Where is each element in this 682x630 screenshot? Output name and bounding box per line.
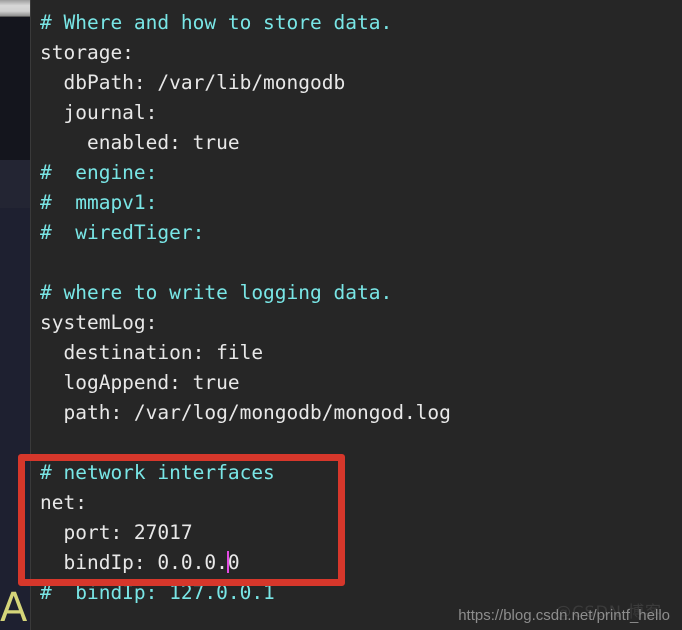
code-line[interactable]: # wiredTiger: (31, 218, 451, 248)
code-line-text: # bindIp: 127.0.0.1 (40, 581, 275, 604)
code-line[interactable]: # where to write logging data. (31, 278, 451, 308)
code-line-text: path: /var/log/mongodb/mongod.log (40, 401, 451, 424)
code-line[interactable]: systemLog: (31, 308, 451, 338)
code-line-text: net: (40, 491, 87, 514)
code-line-text: enabled: true (40, 131, 240, 154)
code-line-text: dbPath: /var/lib/mongodb (40, 71, 346, 94)
code-line[interactable]: # network interfaces (31, 458, 451, 488)
code-editor-area[interactable]: # Where and how to store data. storage: d… (31, 0, 682, 630)
code-line-text: storage: (40, 41, 134, 64)
code-line-text: port: 27017 (40, 521, 193, 544)
code-line-text: # network interfaces (40, 461, 275, 484)
code-line[interactable]: logAppend: true (31, 368, 451, 398)
code-line-text: journal: (40, 101, 158, 124)
code-line[interactable]: net: (31, 488, 451, 518)
code-line-text-tail: 0 (227, 551, 240, 574)
code-line[interactable]: bindIp: 0.0.0.0 (31, 548, 451, 578)
code-line[interactable]: destination: file (31, 338, 451, 368)
code-line[interactable] (31, 428, 451, 458)
code-line[interactable]: # engine: (31, 158, 451, 188)
code-line[interactable]: storage: (31, 38, 451, 68)
code-lines[interactable]: # Where and how to store data. storage: d… (31, 8, 451, 608)
stray-letter-glyph: A (0, 586, 27, 630)
code-line[interactable]: dbPath: /var/lib/mongodb (31, 68, 451, 98)
code-line[interactable]: # Where and how to store data. (31, 8, 451, 38)
code-line-text: logAppend: true (40, 371, 240, 394)
scrollbar-thumb[interactable] (0, 0, 30, 17)
gutter-segment-base (0, 208, 30, 630)
editor-gutter-minimap[interactable] (0, 0, 31, 630)
editor-window: # Where and how to store data. storage: d… (0, 0, 682, 630)
code-line[interactable]: # mmapv1: (31, 188, 451, 218)
code-line[interactable] (31, 248, 451, 278)
code-line-text: systemLog: (40, 311, 158, 334)
gutter-segment-dark (0, 17, 30, 160)
watermark-url: https://blog.csdn.net/printf_hello (458, 607, 670, 624)
code-line-text: # engine: (40, 161, 158, 184)
code-line-text: # Where and how to store data. (40, 11, 393, 34)
code-line-text: bindIp: 0.0.0. (40, 551, 228, 574)
code-line[interactable]: # bindIp: 127.0.0.1 (31, 578, 451, 608)
gutter-segment-mid (0, 160, 30, 208)
code-line-text: # mmapv1: (40, 191, 158, 214)
code-line[interactable]: enabled: true (31, 128, 451, 158)
code-line[interactable]: journal: (31, 98, 451, 128)
code-line-text: destination: file (40, 341, 264, 364)
code-line[interactable]: path: /var/log/mongodb/mongod.log (31, 398, 451, 428)
code-line-text: # where to write logging data. (40, 281, 393, 304)
code-line[interactable]: port: 27017 (31, 518, 451, 548)
code-line-text: # wiredTiger: (40, 221, 205, 244)
